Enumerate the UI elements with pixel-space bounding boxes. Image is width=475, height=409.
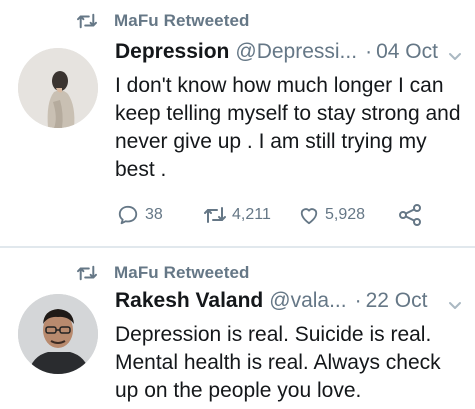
chevron-down-icon[interactable]: [447, 48, 463, 64]
retweet-icon: [77, 13, 97, 29]
retweet-icon: [204, 207, 226, 223]
separator-dot: ·: [365, 40, 373, 63]
tweet-header: Depression @Depressi... · 04 Oct: [115, 40, 465, 72]
avatar[interactable]: [18, 48, 98, 128]
user-handle[interactable]: @Depressi...: [235, 40, 357, 64]
retweet-context: MaFu Retweeted: [76, 9, 250, 33]
tweet[interactable]: MaFu Retweeted Rakesh Valand @vala... · …: [0, 248, 475, 409]
retweet-button[interactable]: 4,211: [202, 205, 298, 225]
tweet-text: Depression is real. Suicide is real. Men…: [115, 323, 441, 402]
retweet-icon: [77, 265, 97, 281]
reply-button[interactable]: 38: [117, 204, 202, 226]
reply-count: 38: [145, 206, 163, 223]
tweet-date[interactable]: 04 Oct: [376, 40, 438, 64]
avatar-image: [18, 294, 98, 374]
separator-dot: ·: [354, 289, 362, 312]
share-icon: [399, 204, 421, 226]
retweet-count: 4,211: [232, 206, 271, 223]
tweet-date[interactable]: 22 Oct: [366, 289, 428, 313]
tweet[interactable]: MaFu Retweeted Depression @Depressi... ·…: [0, 0, 475, 246]
tweet-header: Rakesh Valand @vala... · 22 Oct: [115, 289, 465, 321]
like-button[interactable]: 5,928: [298, 205, 398, 225]
share-button[interactable]: [398, 204, 422, 226]
like-icon: [300, 208, 318, 225]
display-name[interactable]: Rakesh Valand: [115, 289, 263, 313]
tweet-text: I don't know how much longer I can keep …: [115, 74, 461, 181]
like-count: 5,928: [325, 206, 366, 223]
chevron-down-icon[interactable]: [447, 297, 463, 313]
reply-icon: [118, 205, 138, 225]
retweeted-by-label: MaFu Retweeted: [114, 11, 250, 30]
avatar[interactable]: [18, 294, 98, 374]
display-name[interactable]: Depression: [115, 40, 229, 64]
user-handle[interactable]: @vala...: [269, 289, 346, 313]
retweeted-by-label: MaFu Retweeted: [114, 263, 250, 282]
avatar-image: [18, 48, 98, 128]
tweet-actions: 38 4,211 5,928: [117, 203, 422, 227]
retweet-context: MaFu Retweeted: [76, 261, 250, 285]
